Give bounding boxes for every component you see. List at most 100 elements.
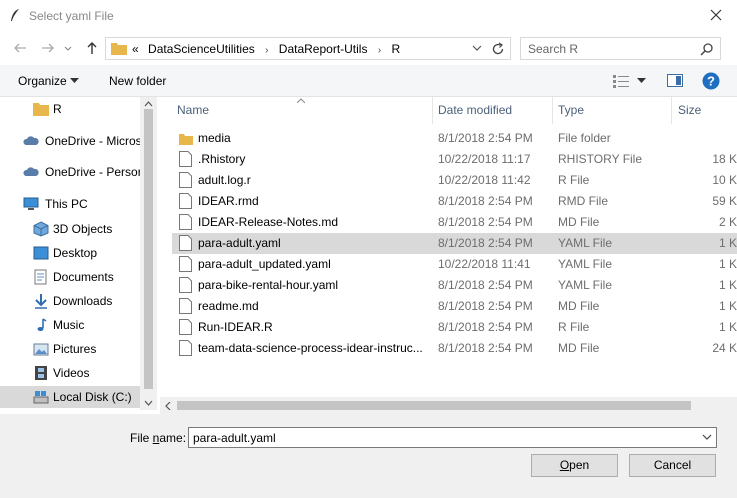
documents-icon [34,269,47,285]
search-box[interactable] [520,37,721,60]
file-date: 10/22/2018 11:42 [438,173,531,187]
nav-item-desktop[interactable]: Desktop [0,242,140,264]
column-header-name[interactable]: Name [177,103,209,117]
scroll-left-icon[interactable] [165,402,171,410]
folder-icon [179,134,193,145]
nav-item-downloads[interactable]: Downloads [0,290,140,312]
cancel-button[interactable]: Cancel [629,454,716,477]
nav-item-videos[interactable]: Videos [0,362,140,384]
column-divider[interactable] [432,97,433,124]
navigation-pane: R OneDrive - Micros OneDrive - Persor Th… [0,97,157,410]
command-bar: Organize New folder ? [0,65,737,97]
music-note-icon [37,318,47,331]
recent-locations-chevron-icon[interactable] [63,40,73,56]
organize-button[interactable]: Organize [18,74,67,88]
chevron-down-icon[interactable] [637,78,646,84]
file-row-idear-release-notes[interactable]: IDEAR-Release-Notes.md 8/1/2018 2:54 PM … [172,212,737,233]
nav-item-onedrive-microsoft[interactable]: OneDrive - Micros [0,130,140,152]
close-icon[interactable] [707,6,725,24]
nav-item-local-disk-c[interactable]: Local Disk (C:) [0,386,140,408]
file-row-para-bike-rental-hour[interactable]: para-bike-rental-hour.yaml 8/1/2018 2:54… [172,275,737,296]
folder-icon [33,103,49,116]
dialog-footer: File name: Open Cancel [0,414,737,498]
refresh-icon[interactable] [490,41,506,57]
file-name: IDEAR.rmd [198,194,259,208]
nav-item-label: Pictures [53,342,97,356]
nav-item-documents[interactable]: Documents [0,266,140,288]
column-header-size[interactable]: Size [678,103,701,117]
file-name: para-adult_updated.yaml [198,257,331,271]
navigation-scrollbar[interactable] [140,97,157,410]
nav-item-r[interactable]: R [0,98,140,120]
file-icon [179,214,192,230]
nav-item-onedrive-personal[interactable]: OneDrive - Persor [0,161,140,183]
nav-item-pictures[interactable]: Pictures [0,338,140,360]
window-title: Select yaml File [29,9,114,23]
nav-item-label: 3D Objects [53,222,113,236]
column-header-date-modified[interactable]: Date modified [438,103,512,117]
download-arrow-icon [35,294,47,309]
open-button[interactable]: Open [531,454,618,477]
file-row-media[interactable]: media 8/1/2018 2:54 PM File folder [172,128,737,149]
file-type: RHISTORY File [558,152,643,166]
file-type: MD File [558,341,600,355]
open-button-accelerator: O [559,458,570,472]
file-type: MD File [558,299,600,313]
file-size: 24 K [712,341,737,355]
file-name: adult.log.r [198,173,251,187]
breadcrumb-separator-icon[interactable]: › [265,45,268,56]
file-row-rhistory[interactable]: .Rhistory 10/22/2018 11:17 RHISTORY File… [172,149,737,170]
cube-icon [33,221,49,237]
file-row-idear-rmd[interactable]: IDEAR.rmd 8/1/2018 2:54 PM RMD File 59 K [172,191,737,212]
breadcrumb-overflow[interactable]: « [132,42,139,56]
new-folder-button[interactable]: New folder [109,74,166,88]
breadcrumb-datascienceutilities[interactable]: DataScienceUtilities [148,42,255,56]
file-size: 10 K [712,173,737,187]
nav-item-label: OneDrive - Persor [45,165,140,179]
nav-item-music[interactable]: Music [0,314,140,336]
file-name-input[interactable] [193,430,683,445]
breadcrumb-datareport-utils[interactable]: DataReport-Utils [279,42,368,56]
chevron-down-icon[interactable] [470,41,484,55]
column-divider[interactable] [552,97,553,124]
file-row-readme[interactable]: readme.md 8/1/2018 2:54 PM MD File 1 K [172,296,737,317]
search-input[interactable] [528,41,698,56]
back-arrow-icon[interactable] [12,40,28,56]
nav-item-label: Desktop [53,246,98,260]
chevron-down-icon[interactable] [702,434,712,440]
forward-arrow-icon[interactable] [40,40,56,56]
help-icon[interactable]: ? [702,72,720,90]
chevron-down-icon[interactable] [70,78,79,84]
file-icon [179,193,192,209]
file-date: 8/1/2018 2:54 PM [438,341,533,355]
scroll-up-icon[interactable] [144,101,153,107]
file-row-adult-log-r[interactable]: adult.log.r 10/22/2018 11:42 R File 10 K [172,170,737,191]
scroll-down-icon[interactable] [144,400,153,406]
preview-pane-icon[interactable] [667,74,683,87]
breadcrumb-separator-icon[interactable]: › [378,45,381,56]
up-arrow-icon[interactable] [84,40,100,56]
nav-item-label: OneDrive - Micros [45,134,140,148]
column-divider[interactable] [671,97,672,124]
breadcrumb-r[interactable]: R [392,42,401,56]
view-details-icon[interactable] [612,74,630,88]
file-row-team-data-science-process[interactable]: team-data-science-process-idear-instruc.… [172,338,737,359]
search-icon[interactable] [700,42,714,56]
file-row-run-idear[interactable]: Run-IDEAR.R 8/1/2018 2:54 PM R File 1 K [172,317,737,338]
nav-item-label: Documents [53,270,114,284]
file-type: YAML File [558,278,613,292]
scrollbar-thumb[interactable] [177,401,691,410]
address-box[interactable]: « DataScienceUtilities › DataReport-Util… [105,37,511,60]
scrollbar-thumb[interactable] [144,109,153,389]
svg-text:?: ? [707,74,715,89]
column-header-type[interactable]: Type [558,103,584,117]
file-type: R File [558,173,590,187]
file-icon [179,151,192,167]
nav-item-this-pc[interactable]: This PC [0,193,140,215]
file-row-para-adult-updated[interactable]: para-adult_updated.yaml 10/22/2018 11:41… [172,254,737,275]
file-date: 8/1/2018 2:54 PM [438,236,533,250]
file-row-para-adult-yaml[interactable]: para-adult.yaml 8/1/2018 2:54 PM YAML Fi… [172,233,737,254]
nav-item-3d-objects[interactable]: 3D Objects [0,218,140,240]
file-name-combobox[interactable] [188,427,717,448]
horizontal-scrollbar[interactable] [160,397,737,414]
